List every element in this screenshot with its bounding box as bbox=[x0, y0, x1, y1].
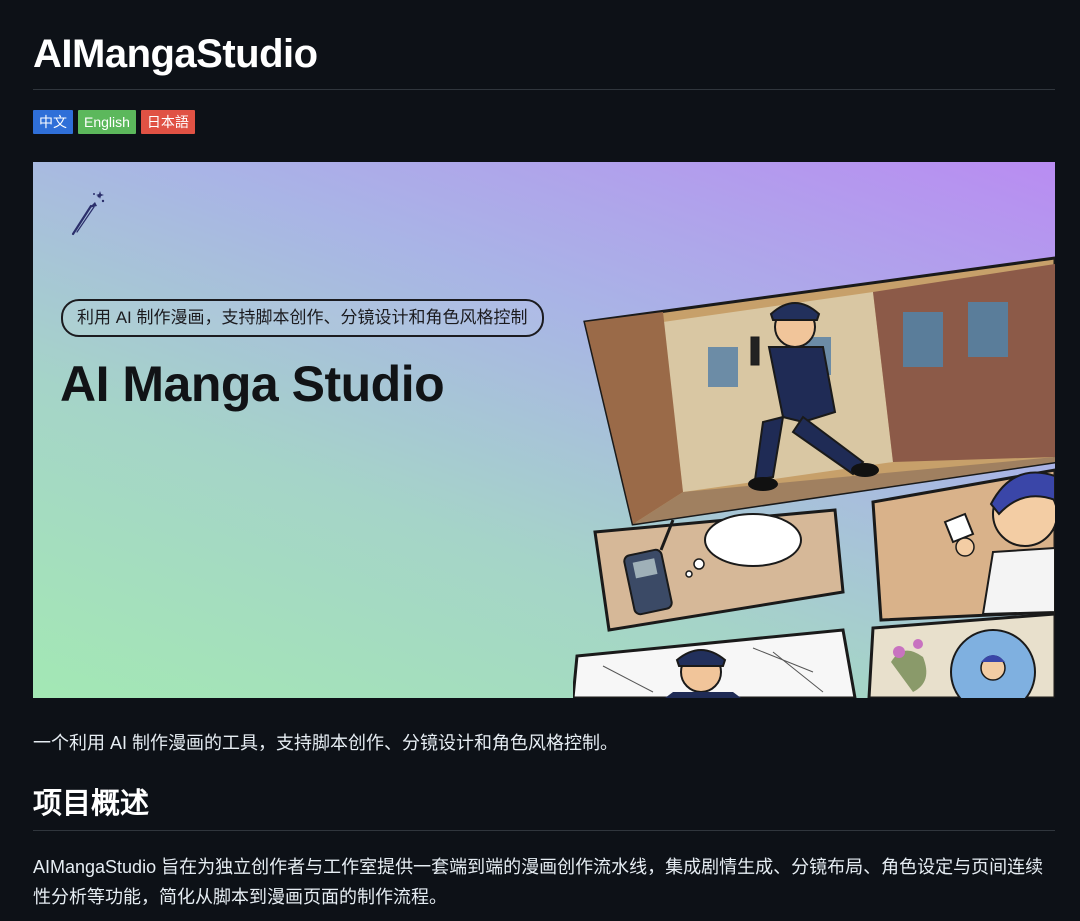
overview-paragraph: AIMangaStudio 旨在为独立创作者与工作室提供一套端到端的漫画创作流水… bbox=[33, 857, 1044, 907]
readme-page: AIMangaStudio 中文 English 日本語 利用 AI 制作漫画，… bbox=[0, 0, 1080, 921]
panel-sketch bbox=[573, 628, 857, 698]
title-divider bbox=[33, 89, 1055, 90]
badge-chinese[interactable]: 中文 bbox=[33, 110, 73, 134]
project-description: 一个利用 AI 制作漫画的工具，支持脚本创作、分镜设计和角色风格控制。 bbox=[33, 733, 619, 753]
badge-english[interactable]: English bbox=[78, 110, 136, 134]
panel-radio bbox=[593, 508, 845, 632]
hero-banner-image: 利用 AI 制作漫画，支持脚本创作、分镜设计和角色风格控制 AI Manga S… bbox=[33, 162, 1055, 698]
magic-pen-icon bbox=[71, 191, 105, 236]
overview-heading: 项目概述 bbox=[33, 788, 150, 820]
manga-panels-illustration bbox=[573, 256, 1055, 698]
panel-boy bbox=[871, 468, 1055, 622]
banner-title: AI Manga Studio bbox=[60, 356, 445, 412]
page-title: AIMangaStudio bbox=[33, 32, 318, 76]
panel-snow-globe bbox=[867, 612, 1055, 698]
banner-tagline: 利用 AI 制作漫画，支持脚本创作、分镜设计和角色风格控制 bbox=[61, 299, 544, 337]
language-badges: 中文 English 日本語 bbox=[33, 110, 195, 134]
overview-divider bbox=[33, 830, 1055, 831]
badge-japanese[interactable]: 日本語 bbox=[140, 110, 195, 134]
